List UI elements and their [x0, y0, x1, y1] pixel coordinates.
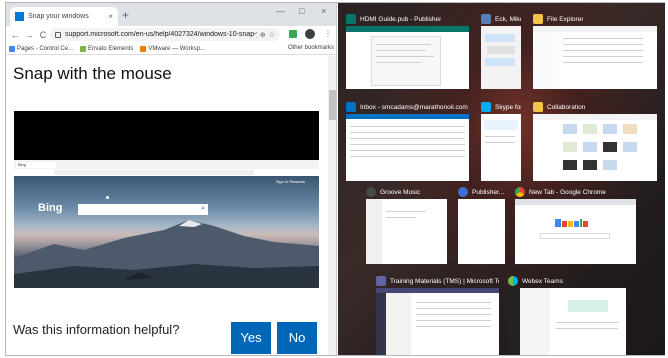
- maximize-button[interactable]: □: [299, 6, 304, 16]
- window-title: Publisher...: [472, 188, 505, 196]
- bing-background-image: Sign in Rewards Bing ⌕: [14, 176, 319, 288]
- window-title: Eck, Mike...: [495, 15, 521, 23]
- publisher-icon: [346, 14, 356, 24]
- video-inner-tab: Bing: [16, 162, 56, 168]
- window-thumbnail[interactable]: Skype for...: [481, 101, 521, 183]
- window-title: HDMI Guide.pub - Publisher: [360, 15, 442, 23]
- extension-icon[interactable]: [289, 30, 297, 38]
- bing-header-links: Sign in Rewards: [275, 179, 305, 184]
- no-button[interactable]: No: [277, 322, 317, 354]
- microsoft-favicon-icon: [15, 12, 24, 21]
- window-title: File Explorer: [547, 15, 584, 23]
- skype-icon: [481, 102, 491, 112]
- lock-icon: [55, 31, 61, 38]
- window-title: Webex Teams: [522, 277, 563, 285]
- bookmark-item[interactable]: Pages - Control Ce...: [9, 45, 73, 52]
- search-icon: ⌕: [201, 205, 205, 212]
- address-bar[interactable]: support.microsoft.com/en-us/help/4027324…: [50, 28, 280, 41]
- bookmark-item[interactable]: VMware — Worksp...: [140, 45, 205, 52]
- chat-icon: [481, 14, 491, 24]
- feedback-question: Was this information helpful?: [13, 322, 180, 337]
- window-thumbnail[interactable]: Eck, Mike...: [481, 13, 521, 91]
- folder-icon: [533, 14, 543, 24]
- window-thumbnail[interactable]: Inbox - smcadams@marathonoil.com - ...: [346, 101, 469, 183]
- tab-close-icon[interactable]: ×: [108, 12, 113, 21]
- new-tab-button[interactable]: +: [122, 8, 129, 22]
- close-window-button[interactable]: ×: [321, 6, 326, 16]
- window-thumbnail[interactable]: Groove Music: [366, 186, 447, 266]
- video-inner-toolbar: [14, 169, 319, 176]
- tab-strip: Snap your windows × + — □ ×: [6, 3, 336, 26]
- cursor-dot: [106, 196, 109, 199]
- webex-icon: [508, 276, 518, 286]
- reload-button[interactable]: C: [36, 30, 50, 40]
- bookmarks-bar: Pages - Control Ce... Envato Elements VM…: [6, 43, 336, 55]
- task-view: HDMI Guide.pub - Publisher Eck, Mike...: [338, 3, 665, 355]
- video-browser-frame: Bing Sign in Rewards Bing ⌕: [14, 160, 319, 288]
- window-title: Training Materials (TMS) | Microsoft Tea…: [390, 277, 499, 285]
- forward-button[interactable]: →: [22, 30, 36, 40]
- profile-avatar[interactable]: [305, 29, 315, 39]
- chrome-icon: [515, 187, 525, 197]
- window-thumbnail[interactable]: File Explorer: [533, 13, 657, 91]
- window-thumbnail[interactable]: Webex Teams: [508, 275, 626, 355]
- bookmark-item[interactable]: Envato Elements: [80, 45, 133, 52]
- bing-search-box: ⌕: [78, 204, 208, 215]
- mountain-image: [14, 220, 319, 288]
- bing-logo: Bing: [38, 202, 63, 214]
- window-title: Groove Music: [380, 188, 421, 196]
- folder-icon: [533, 102, 543, 112]
- other-bookmarks[interactable]: Other bookmarks: [288, 45, 334, 51]
- window-thumbnail[interactable]: Collaboration: [533, 101, 657, 183]
- back-button[interactable]: ←: [8, 30, 22, 40]
- menu-icon[interactable]: ⋮: [324, 29, 332, 38]
- groove-music-icon: [366, 187, 376, 197]
- outlook-icon: [346, 102, 356, 112]
- screen: Snap your windows × + — □ × ← → C suppor…: [0, 0, 668, 358]
- chrome-window: Snap your windows × + — □ × ← → C suppor…: [6, 3, 337, 355]
- demo-video[interactable]: Bing Sign in Rewards Bing ⌕: [14, 111, 319, 288]
- yes-button[interactable]: Yes: [231, 322, 271, 354]
- window-title: Inbox - smcadams@marathonoil.com - ...: [360, 103, 469, 111]
- bookmark-icon: [80, 45, 87, 52]
- window-thumbnail[interactable]: Training Materials (TMS) | Microsoft Tea…: [376, 275, 499, 355]
- bookmark-icon: [140, 45, 147, 52]
- window-thumbnail[interactable]: HDMI Guide.pub - Publisher: [346, 13, 469, 91]
- browser-toolbar: ← → C support.microsoft.com/en-us/help/4…: [6, 26, 336, 43]
- window-title: Skype for...: [495, 103, 521, 111]
- bookmark-icon: [9, 45, 15, 52]
- page-title: Snap with the mouse: [13, 64, 172, 83]
- zoom-icon[interactable]: ⊕: [260, 31, 266, 39]
- web-page: Snap with the mouse Bing Sign in Rewards…: [6, 56, 336, 355]
- scroll-thumb[interactable]: [329, 90, 336, 120]
- star-icon[interactable]: ☆: [269, 31, 275, 39]
- window-thumbnail[interactable]: New Tab - Google Chrome: [515, 186, 636, 266]
- url-text: support.microsoft.com/en-us/help/4027324…: [65, 31, 257, 38]
- video-inner-url: [54, 170, 254, 175]
- minimize-button[interactable]: —: [276, 6, 285, 16]
- window-thumbnail[interactable]: Publisher...: [458, 186, 505, 266]
- google-logo: [555, 219, 588, 227]
- browser-tab[interactable]: Snap your windows ×: [10, 7, 118, 26]
- teams-icon: [376, 276, 386, 286]
- publisher-icon: [458, 187, 468, 197]
- window-title: New Tab - Google Chrome: [529, 188, 606, 196]
- page-scrollbar[interactable]: [328, 56, 336, 355]
- window-title: Collaboration: [547, 103, 586, 111]
- tab-title: Snap your windows: [28, 13, 89, 20]
